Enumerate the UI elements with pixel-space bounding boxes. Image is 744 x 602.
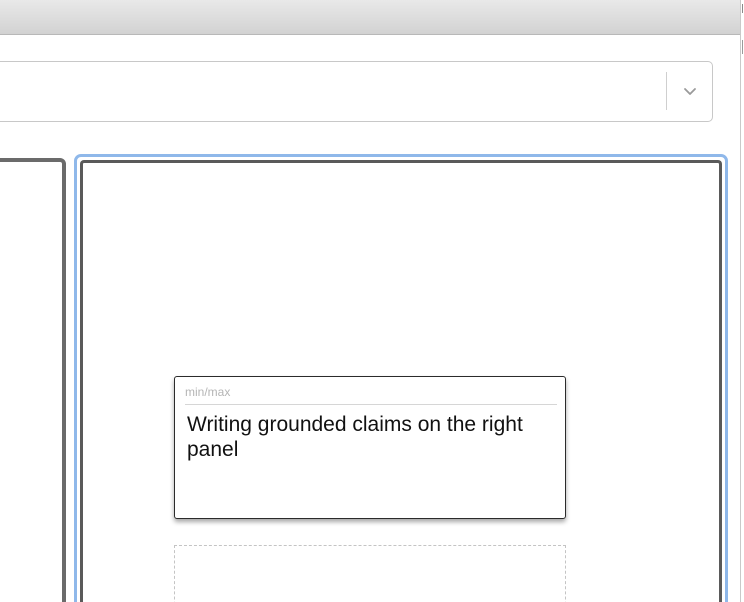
note-card[interactable]: min/max Writing grounded claims on the r… bbox=[174, 376, 566, 519]
note-label: min/max bbox=[185, 385, 231, 399]
dropdown-divider bbox=[666, 72, 667, 110]
chevron-down-icon[interactable] bbox=[679, 80, 701, 102]
note-text[interactable]: Writing grounded claims on the right pan… bbox=[187, 412, 547, 462]
drop-placeholder[interactable] bbox=[174, 545, 566, 602]
left-panel[interactable] bbox=[0, 158, 66, 602]
note-divider bbox=[185, 404, 557, 405]
resize-handle-top[interactable] bbox=[739, 4, 743, 13]
dropdown-select[interactable] bbox=[0, 61, 713, 122]
window-title-bar bbox=[0, 0, 740, 35]
resize-handle-mid[interactable] bbox=[740, 40, 743, 54]
window-edge bbox=[740, 0, 741, 602]
app-window: min/max Writing grounded claims on the r… bbox=[0, 0, 744, 602]
